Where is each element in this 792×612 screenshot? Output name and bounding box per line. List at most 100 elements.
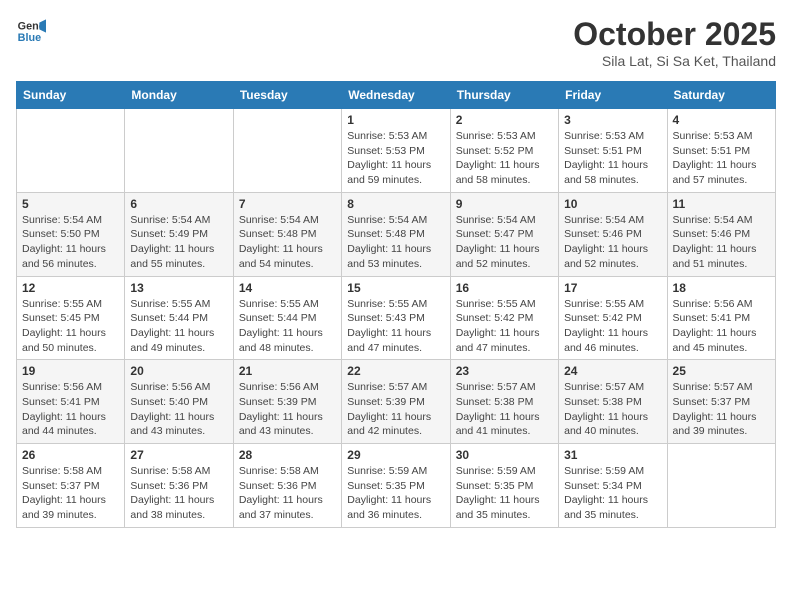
day-number: 28 (239, 448, 336, 462)
calendar-cell: 25 Sunrise: 5:57 AMSunset: 5:37 PMDayligh… (667, 360, 775, 444)
day-info: Sunrise: 5:55 AMSunset: 5:45 PMDaylight:… (22, 297, 119, 356)
calendar-cell: 6 Sunrise: 5:54 AMSunset: 5:49 PMDaylight… (125, 192, 233, 276)
title-block: October 2025 Sila Lat, Si Sa Ket, Thaila… (573, 16, 776, 69)
calendar-cell: 5 Sunrise: 5:54 AMSunset: 5:50 PMDaylight… (17, 192, 125, 276)
weekday-header-sunday: Sunday (17, 82, 125, 109)
calendar-cell: 17 Sunrise: 5:55 AMSunset: 5:42 PMDayligh… (559, 276, 667, 360)
day-info: Sunrise: 5:54 AMSunset: 5:46 PMDaylight:… (673, 213, 770, 272)
day-info: Sunrise: 5:55 AMSunset: 5:42 PMDaylight:… (456, 297, 553, 356)
weekday-header-monday: Monday (125, 82, 233, 109)
day-number: 13 (130, 281, 227, 295)
calendar-cell: 29 Sunrise: 5:59 AMSunset: 5:35 PMDayligh… (342, 444, 450, 528)
day-number: 7 (239, 197, 336, 211)
day-number: 4 (673, 113, 770, 127)
day-info: Sunrise: 5:55 AMSunset: 5:44 PMDaylight:… (130, 297, 227, 356)
location-subtitle: Sila Lat, Si Sa Ket, Thailand (573, 53, 776, 69)
day-number: 1 (347, 113, 444, 127)
day-info: Sunrise: 5:56 AMSunset: 5:40 PMDaylight:… (130, 380, 227, 439)
calendar-cell: 7 Sunrise: 5:54 AMSunset: 5:48 PMDaylight… (233, 192, 341, 276)
day-info: Sunrise: 5:54 AMSunset: 5:47 PMDaylight:… (456, 213, 553, 272)
weekday-header-saturday: Saturday (667, 82, 775, 109)
calendar-cell: 23 Sunrise: 5:57 AMSunset: 5:38 PMDayligh… (450, 360, 558, 444)
calendar-cell (17, 109, 125, 193)
day-number: 20 (130, 364, 227, 378)
day-number: 24 (564, 364, 661, 378)
calendar-cell: 8 Sunrise: 5:54 AMSunset: 5:48 PMDaylight… (342, 192, 450, 276)
day-number: 10 (564, 197, 661, 211)
calendar-cell: 31 Sunrise: 5:59 AMSunset: 5:34 PMDayligh… (559, 444, 667, 528)
day-info: Sunrise: 5:53 AMSunset: 5:51 PMDaylight:… (673, 129, 770, 188)
day-number: 29 (347, 448, 444, 462)
day-number: 30 (456, 448, 553, 462)
day-number: 5 (22, 197, 119, 211)
calendar-cell: 15Sunrise: 5:55 AMSunset: 5:43 PMDayligh… (342, 276, 450, 360)
day-info: Sunrise: 5:56 AMSunset: 5:39 PMDaylight:… (239, 380, 336, 439)
weekday-header-friday: Friday (559, 82, 667, 109)
day-number: 16 (456, 281, 553, 295)
day-info: Sunrise: 5:59 AMSunset: 5:34 PMDaylight:… (564, 464, 661, 523)
day-info: Sunrise: 5:55 AMSunset: 5:43 PMDaylight:… (347, 297, 444, 356)
calendar-cell: 3Sunrise: 5:53 AMSunset: 5:51 PMDaylight… (559, 109, 667, 193)
calendar-cell: 22 Sunrise: 5:57 AMSunset: 5:39 PMDayligh… (342, 360, 450, 444)
svg-text:Blue: Blue (18, 32, 41, 44)
calendar-cell (667, 444, 775, 528)
day-number: 6 (130, 197, 227, 211)
weekday-header-wednesday: Wednesday (342, 82, 450, 109)
day-info: Sunrise: 5:57 AMSunset: 5:37 PMDaylight:… (673, 380, 770, 439)
day-info: Sunrise: 5:59 AMSunset: 5:35 PMDaylight:… (347, 464, 444, 523)
day-info: Sunrise: 5:57 AMSunset: 5:39 PMDaylight:… (347, 380, 444, 439)
day-number: 14 (239, 281, 336, 295)
weekday-header-thursday: Thursday (450, 82, 558, 109)
calendar-cell: 4 Sunrise: 5:53 AMSunset: 5:51 PMDaylight… (667, 109, 775, 193)
calendar-cell: 21 Sunrise: 5:56 AMSunset: 5:39 PMDayligh… (233, 360, 341, 444)
day-info: Sunrise: 5:56 AMSunset: 5:41 PMDaylight:… (673, 297, 770, 356)
weekday-header-tuesday: Tuesday (233, 82, 341, 109)
day-number: 22 (347, 364, 444, 378)
month-title: October 2025 (573, 16, 776, 53)
calendar-cell: 20 Sunrise: 5:56 AMSunset: 5:40 PMDayligh… (125, 360, 233, 444)
day-number: 3 (564, 113, 661, 127)
day-info: Sunrise: 5:58 AMSunset: 5:37 PMDaylight:… (22, 464, 119, 523)
calendar-cell: 12Sunrise: 5:55 AMSunset: 5:45 PMDayligh… (17, 276, 125, 360)
day-info: Sunrise: 5:58 AMSunset: 5:36 PMDaylight:… (239, 464, 336, 523)
day-number: 9 (456, 197, 553, 211)
calendar-cell: 27Sunrise: 5:58 AMSunset: 5:36 PMDayligh… (125, 444, 233, 528)
day-number: 23 (456, 364, 553, 378)
calendar-cell: 30Sunrise: 5:59 AMSunset: 5:35 PMDayligh… (450, 444, 558, 528)
day-info: Sunrise: 5:56 AMSunset: 5:41 PMDaylight:… (22, 380, 119, 439)
day-number: 27 (130, 448, 227, 462)
day-info: Sunrise: 5:54 AMSunset: 5:50 PMDaylight:… (22, 213, 119, 272)
day-info: Sunrise: 5:54 AMSunset: 5:46 PMDaylight:… (564, 213, 661, 272)
day-info: Sunrise: 5:55 AMSunset: 5:42 PMDaylight:… (564, 297, 661, 356)
day-number: 21 (239, 364, 336, 378)
day-number: 2 (456, 113, 553, 127)
day-info: Sunrise: 5:54 AMSunset: 5:49 PMDaylight:… (130, 213, 227, 272)
calendar-cell: 11Sunrise: 5:54 AMSunset: 5:46 PMDayligh… (667, 192, 775, 276)
calendar-cell: 24 Sunrise: 5:57 AMSunset: 5:38 PMDayligh… (559, 360, 667, 444)
calendar-cell: 13 Sunrise: 5:55 AMSunset: 5:44 PMDayligh… (125, 276, 233, 360)
day-number: 8 (347, 197, 444, 211)
day-info: Sunrise: 5:57 AMSunset: 5:38 PMDaylight:… (456, 380, 553, 439)
day-info: Sunrise: 5:53 AMSunset: 5:53 PMDaylight:… (347, 129, 444, 188)
day-number: 25 (673, 364, 770, 378)
day-info: Sunrise: 5:57 AMSunset: 5:38 PMDaylight:… (564, 380, 661, 439)
calendar-cell (233, 109, 341, 193)
page-header: General Blue October 2025 Sila Lat, Si S… (16, 16, 776, 69)
calendar-cell: 19Sunrise: 5:56 AMSunset: 5:41 PMDayligh… (17, 360, 125, 444)
calendar-cell: 28 Sunrise: 5:58 AMSunset: 5:36 PMDayligh… (233, 444, 341, 528)
day-info: Sunrise: 5:54 AMSunset: 5:48 PMDaylight:… (239, 213, 336, 272)
day-number: 31 (564, 448, 661, 462)
calendar-cell: 16 Sunrise: 5:55 AMSunset: 5:42 PMDayligh… (450, 276, 558, 360)
calendar-cell: 2Sunrise: 5:53 AMSunset: 5:52 PMDaylight… (450, 109, 558, 193)
logo: General Blue (16, 16, 46, 46)
calendar-cell: 10 Sunrise: 5:54 AMSunset: 5:46 PMDayligh… (559, 192, 667, 276)
calendar-table: SundayMondayTuesdayWednesdayThursdayFrid… (16, 81, 776, 528)
calendar-cell: 9 Sunrise: 5:54 AMSunset: 5:47 PMDaylight… (450, 192, 558, 276)
day-number: 17 (564, 281, 661, 295)
calendar-cell (125, 109, 233, 193)
day-info: Sunrise: 5:54 AMSunset: 5:48 PMDaylight:… (347, 213, 444, 272)
day-info: Sunrise: 5:55 AMSunset: 5:44 PMDaylight:… (239, 297, 336, 356)
day-number: 18 (673, 281, 770, 295)
calendar-cell: 14 Sunrise: 5:55 AMSunset: 5:44 PMDayligh… (233, 276, 341, 360)
calendar-cell: 1 Sunrise: 5:53 AMSunset: 5:53 PMDaylight… (342, 109, 450, 193)
